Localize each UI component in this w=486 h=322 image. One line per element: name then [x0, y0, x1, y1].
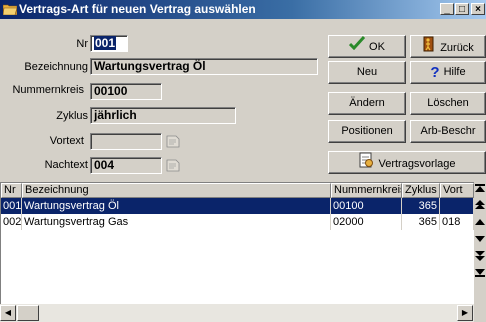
cell-vort: 018	[440, 214, 474, 230]
nr-label: Nr	[76, 38, 88, 50]
zyklus-field[interactable]: jährlich	[90, 107, 236, 124]
neu-label: Neu	[356, 66, 378, 78]
column-header-zyklus[interactable]: Zyklus	[402, 183, 440, 198]
close-button[interactable]: ×	[471, 3, 485, 15]
table-row[interactable]: 002 Wartungsvertrag Gas 02000 365 018	[1, 214, 474, 230]
cell-bezeichnung: Wartungsvertrag Öl	[22, 198, 331, 214]
last-record-icon[interactable]	[474, 267, 486, 284]
checkmark-icon	[348, 35, 366, 58]
nummernkreis-field[interactable]: 00100	[90, 83, 162, 100]
nachtext-field[interactable]: 004	[90, 157, 162, 174]
cell-bezeichnung: Wartungsvertrag Gas	[22, 214, 331, 230]
first-record-icon[interactable]	[474, 182, 486, 199]
zurueck-label: Zurück	[440, 41, 474, 54]
aendern-label: Ändern	[349, 97, 385, 109]
column-header-nummernkreis[interactable]: Nummernkreis	[331, 183, 402, 198]
scroll-thumb[interactable]	[17, 305, 39, 321]
page-down-icon[interactable]	[474, 250, 486, 267]
exit-door-icon	[422, 36, 436, 60]
table-header: Nr Bezeichnung Nummernkreis Zyklus Vort	[1, 183, 474, 198]
scroll-left-icon[interactable]: ◀	[0, 305, 16, 321]
vertragsvorlage-label: Vertragsvorlage	[378, 157, 456, 170]
ok-label: OK	[369, 40, 385, 53]
question-icon: ?	[430, 63, 440, 81]
arb-beschr-button[interactable]: Arb-Beschr	[410, 120, 486, 143]
bezeichnung-label: Bezeichnung	[24, 61, 88, 73]
loeschen-label: Löschen	[427, 97, 469, 109]
nachtext-label: Nachtext	[44, 159, 88, 171]
vertragsarten-table[interactable]: Nr Bezeichnung Nummernkreis Zyklus Vort …	[0, 182, 474, 304]
hilfe-label: Hilfe	[443, 66, 466, 78]
cell-zyklus: 365	[402, 214, 440, 230]
column-header-bezeichnung[interactable]: Bezeichnung	[22, 183, 331, 198]
vortext-lookup-icon[interactable]	[164, 133, 181, 149]
cell-zyklus: 365	[402, 198, 440, 214]
maximize-button[interactable]: □	[455, 3, 469, 15]
zurueck-button[interactable]: Zurück	[410, 35, 486, 58]
vertragsvorlage-button[interactable]: Vertragsvorlage	[328, 151, 486, 174]
window-title: Vertrags-Art für neuen Vertrag auswählen	[19, 2, 256, 16]
scroll-right-icon[interactable]: ▶	[457, 305, 473, 321]
loeschen-button[interactable]: Löschen	[410, 92, 486, 115]
bezeichnung-field[interactable]: Wartungsvertrag Öl	[90, 58, 318, 75]
positionen-button[interactable]: Positionen	[328, 120, 406, 143]
record-navigator	[474, 182, 486, 304]
prev-record-icon[interactable]	[474, 216, 486, 233]
positionen-label: Positionen	[341, 125, 393, 137]
minimize-button[interactable]: _	[440, 3, 454, 15]
aendern-button[interactable]: Ändern	[328, 92, 406, 115]
cell-vort	[440, 198, 474, 214]
page-up-icon[interactable]	[474, 199, 486, 216]
nachtext-lookup-icon[interactable]	[164, 157, 181, 173]
folder-icon	[2, 3, 18, 16]
cell-nummernkreis: 02000	[331, 214, 402, 230]
cell-nummernkreis: 00100	[331, 198, 402, 214]
horizontal-scrollbar[interactable]: ◀ ▶	[0, 304, 474, 322]
table-row[interactable]: 001 Wartungsvertrag Öl 00100 365	[1, 198, 474, 214]
nummernkreis-label: Nummernkreis	[12, 84, 84, 96]
neu-button[interactable]: Neu	[328, 61, 406, 84]
hilfe-button[interactable]: ? Hilfe	[410, 61, 486, 84]
vortext-label: Vortext	[49, 135, 84, 147]
column-header-vort[interactable]: Vort	[440, 183, 474, 198]
document-icon	[358, 152, 374, 176]
column-header-nr[interactable]: Nr	[1, 183, 22, 198]
cell-nr: 002	[3, 214, 22, 230]
nr-field[interactable]: 001	[90, 35, 128, 52]
arb-beschr-label: Arb-Beschr	[420, 125, 476, 137]
title-bar[interactable]: Vertrags-Art für neuen Vertrag auswählen…	[0, 0, 486, 19]
nr-value: 001	[94, 36, 117, 50]
cell-nr: 001	[3, 198, 22, 214]
next-record-icon[interactable]	[474, 233, 486, 250]
vortext-field[interactable]	[90, 133, 162, 150]
ok-button[interactable]: OK	[328, 35, 406, 58]
zyklus-label: Zyklus	[56, 110, 88, 122]
